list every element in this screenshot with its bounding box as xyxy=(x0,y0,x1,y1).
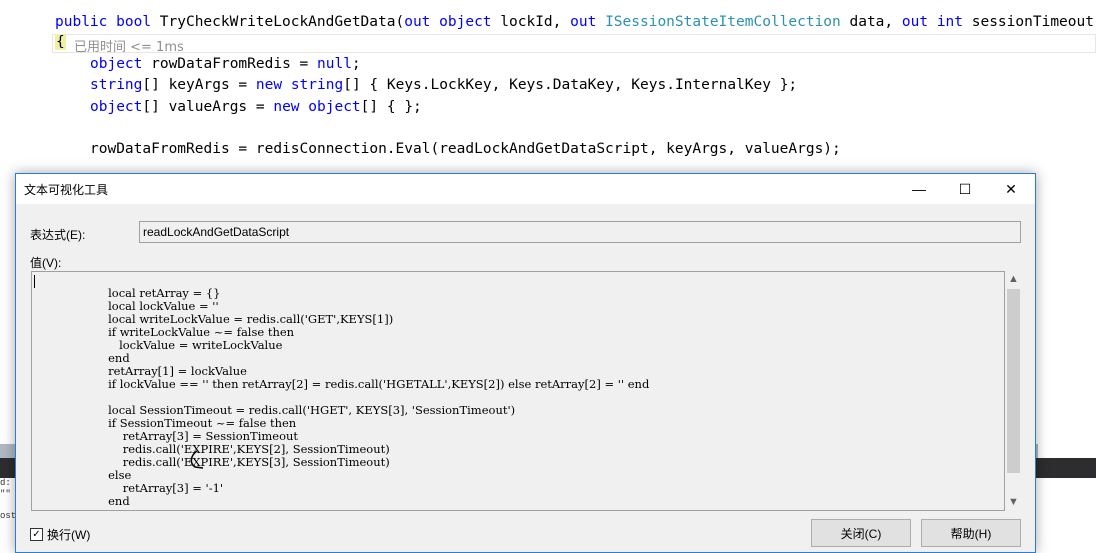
text-visualizer-dialog: 文本可视化工具 — ☐ ✕ 表达式(E): readLockAndGetData… xyxy=(15,173,1036,553)
scroll-up-icon[interactable]: ▲ xyxy=(1005,271,1022,288)
wrap-label: 换行(W) xyxy=(47,528,91,542)
ink-annotation xyxy=(190,450,204,469)
help-button[interactable]: 帮助(H) xyxy=(921,519,1021,547)
maximize-button[interactable]: ☐ xyxy=(942,174,988,204)
elapsed-time-hint: 已用时间 <= 1ms xyxy=(74,40,184,55)
dialog-titlebar[interactable]: 文本可视化工具 — ☐ ✕ xyxy=(16,174,1035,204)
wrap-checkbox[interactable]: ✓ 换行(W) xyxy=(30,526,90,543)
minimize-button[interactable]: — xyxy=(896,174,942,204)
code-line-keyargs: string[] keyArgs = new string[] { Keys.L… xyxy=(90,77,798,93)
open-brace: { xyxy=(55,34,66,50)
code-line-rowdata: object rowDataFromRedis = null; xyxy=(90,56,361,72)
value-text: local retArray = {} local lockValue = ''… xyxy=(108,286,650,508)
minimize-icon: — xyxy=(912,181,926,197)
value-textarea[interactable]: local retArray = {} local lockValue = ''… xyxy=(31,271,1005,511)
code-line-valueargs: object[] valueArgs = new object[] { }; xyxy=(90,99,422,115)
code-line-signature: public bool TryCheckWriteLockAndGetData(… xyxy=(55,14,1096,30)
code-line-eval: rowDataFromRedis = redisConnection.Eval(… xyxy=(90,141,841,157)
scroll-down-icon[interactable]: ▼ xyxy=(1005,494,1022,511)
current-line-highlight xyxy=(52,34,1096,53)
close-icon: ✕ xyxy=(1005,180,1017,197)
value-scrollbar[interactable]: ▲ ▼ xyxy=(1005,271,1022,511)
expression-label: 表达式(E): xyxy=(30,228,86,242)
left-panel-fragment: d: "" ost xyxy=(0,478,16,544)
close-button[interactable]: 关闭(C) xyxy=(811,519,911,547)
scroll-thumb[interactable] xyxy=(1007,289,1020,473)
value-label: 值(V): xyxy=(30,256,62,270)
expression-field[interactable]: readLockAndGetDataScript xyxy=(139,221,1021,243)
close-window-button[interactable]: ✕ xyxy=(988,174,1034,204)
maximize-icon: ☐ xyxy=(958,180,972,197)
right-panel-fragment xyxy=(1038,444,1096,544)
checkmark-icon[interactable]: ✓ xyxy=(30,528,43,541)
dialog-title: 文本可视化工具 xyxy=(24,183,109,197)
